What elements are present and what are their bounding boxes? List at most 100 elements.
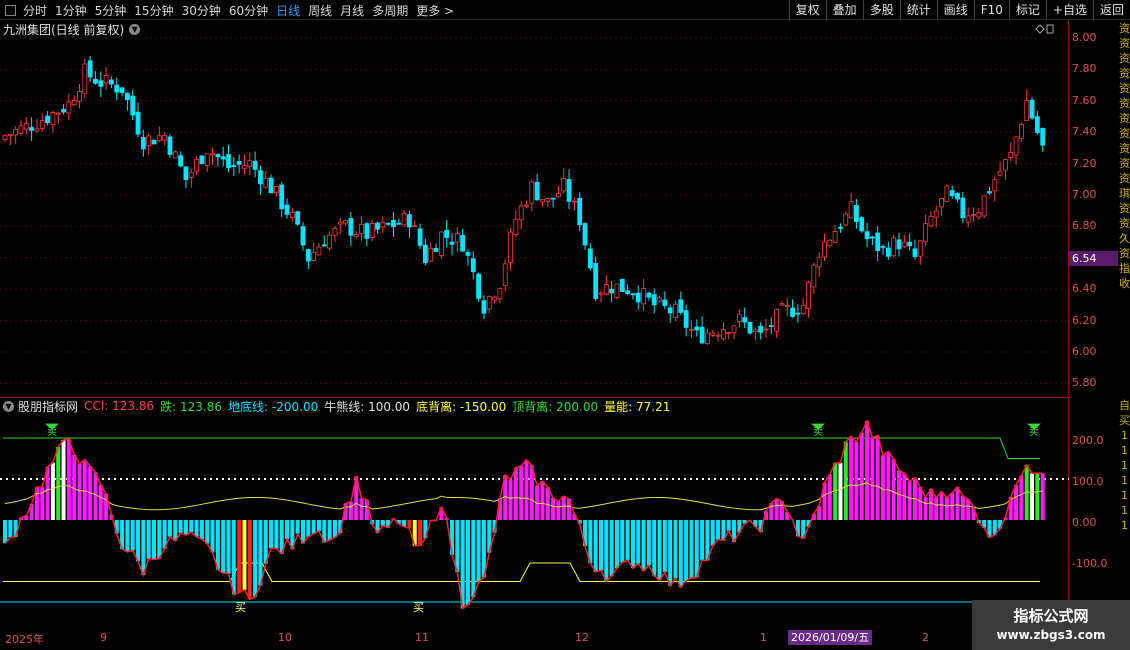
date-tick: 12 xyxy=(575,631,589,644)
candle-body xyxy=(875,232,881,251)
cci-bar xyxy=(1030,473,1035,520)
cci-bar xyxy=(125,520,130,552)
right-info-strip[interactable]: 资资资资资资资资资资资琪资资久资指收 xyxy=(1119,21,1130,395)
cci-bar xyxy=(865,420,870,520)
cci-bar xyxy=(641,520,646,571)
cci-bar xyxy=(843,441,848,520)
strip-char: 资 xyxy=(1119,202,1130,215)
indicator-chart[interactable]: 买 买 卖 卖 卖 xyxy=(0,397,1069,629)
candle-body xyxy=(422,244,428,264)
date-tick: 9 xyxy=(100,631,107,644)
candle-body xyxy=(93,78,98,84)
strip-char: 1 xyxy=(1121,429,1128,442)
cci-bar xyxy=(327,520,332,541)
candle-body xyxy=(1008,151,1014,158)
strip-char: 1 xyxy=(1121,459,1128,472)
date-axis: 2025年 9 10 11 12 1 2 xyxy=(0,630,1069,650)
candle-body xyxy=(678,299,684,313)
cci-bar xyxy=(678,520,683,588)
candle-body xyxy=(492,296,497,301)
strip-char: 资 xyxy=(1119,67,1130,80)
strip-char: 资 xyxy=(1119,217,1130,230)
cci-bar xyxy=(716,520,721,540)
candle-body xyxy=(156,135,162,142)
candle-body xyxy=(976,212,982,218)
candle-body xyxy=(454,233,460,243)
candle-body xyxy=(305,249,311,262)
toolbar-button-8[interactable]: 返回 xyxy=(1092,0,1130,20)
diamond-icon[interactable] xyxy=(1034,22,1054,38)
candle-body xyxy=(273,185,279,194)
sell-signal-label: 卖 xyxy=(47,426,57,438)
cci-bar xyxy=(684,520,689,581)
candle-body xyxy=(811,264,817,288)
candle-body xyxy=(880,246,886,248)
candle-body xyxy=(997,171,1003,176)
candle-body xyxy=(614,283,620,298)
price-tick: 7.00 xyxy=(1072,188,1097,201)
cci-bar xyxy=(332,520,337,538)
date-tick: 1 xyxy=(760,631,767,644)
cci-bar xyxy=(141,520,146,576)
candle-body xyxy=(236,160,242,165)
candle-body xyxy=(29,127,35,131)
price-tick: 6.20 xyxy=(1072,313,1097,327)
cci-bar xyxy=(306,520,311,537)
candle-body xyxy=(933,210,939,218)
candle-body xyxy=(768,325,774,327)
candle-body xyxy=(524,204,529,207)
candle-body xyxy=(391,219,396,228)
price-tick: 7.20 xyxy=(1072,156,1097,170)
candle-body xyxy=(247,160,253,167)
date-tick: 11 xyxy=(415,631,429,644)
candle-body xyxy=(1003,159,1008,171)
cci-bar xyxy=(513,467,518,520)
strip-char: 资 xyxy=(1119,112,1130,125)
candle-body xyxy=(822,241,827,258)
cci-bar xyxy=(726,520,731,531)
cci-bar xyxy=(524,459,529,520)
candle-body xyxy=(295,211,301,225)
cci-bar xyxy=(455,520,460,573)
strip-char: 资 xyxy=(1119,22,1130,35)
candle-body xyxy=(827,239,833,247)
strip-char: 资 xyxy=(1119,97,1130,110)
price-tick: 5.80 xyxy=(1072,376,1097,390)
cci-bar xyxy=(167,520,172,537)
cci-bar xyxy=(66,439,71,520)
cci-bar xyxy=(673,520,678,579)
cci-bar xyxy=(886,451,891,520)
candle-body xyxy=(359,223,364,234)
strip-char: 资 xyxy=(1119,82,1130,95)
cci-bar xyxy=(630,520,635,569)
candle-body xyxy=(13,128,19,136)
candle-body xyxy=(710,332,716,336)
candle-body xyxy=(774,309,780,332)
cci-bar xyxy=(247,520,252,600)
cci-bar xyxy=(471,520,476,598)
cci-bar xyxy=(93,472,98,520)
cci-bar xyxy=(465,520,470,605)
candle-body xyxy=(465,251,471,256)
candlestick-chart[interactable] xyxy=(0,0,1069,395)
candle-body xyxy=(705,332,710,344)
candle-body xyxy=(231,165,237,168)
candle-body xyxy=(556,193,561,198)
candle-body xyxy=(550,197,556,200)
candle-body xyxy=(726,332,732,335)
cci-bar xyxy=(242,520,247,590)
cci-bar xyxy=(359,498,364,520)
strip-char: 1 xyxy=(1121,474,1128,487)
candle-body xyxy=(300,226,306,246)
candle-body xyxy=(758,325,764,333)
right-info-strip-lower[interactable]: 自买 1 1 1 1 1 1 1 xyxy=(1119,398,1130,628)
candle-body xyxy=(928,215,934,227)
cci-bar xyxy=(3,520,7,544)
watermark: 指标公式网 www.zbgs3.com xyxy=(972,600,1130,650)
candle-body xyxy=(689,328,694,331)
date-tick: 10 xyxy=(278,631,292,644)
candle-body xyxy=(864,231,870,240)
candle-body xyxy=(630,293,636,296)
candle-body xyxy=(87,60,93,78)
candle-body xyxy=(747,321,753,334)
